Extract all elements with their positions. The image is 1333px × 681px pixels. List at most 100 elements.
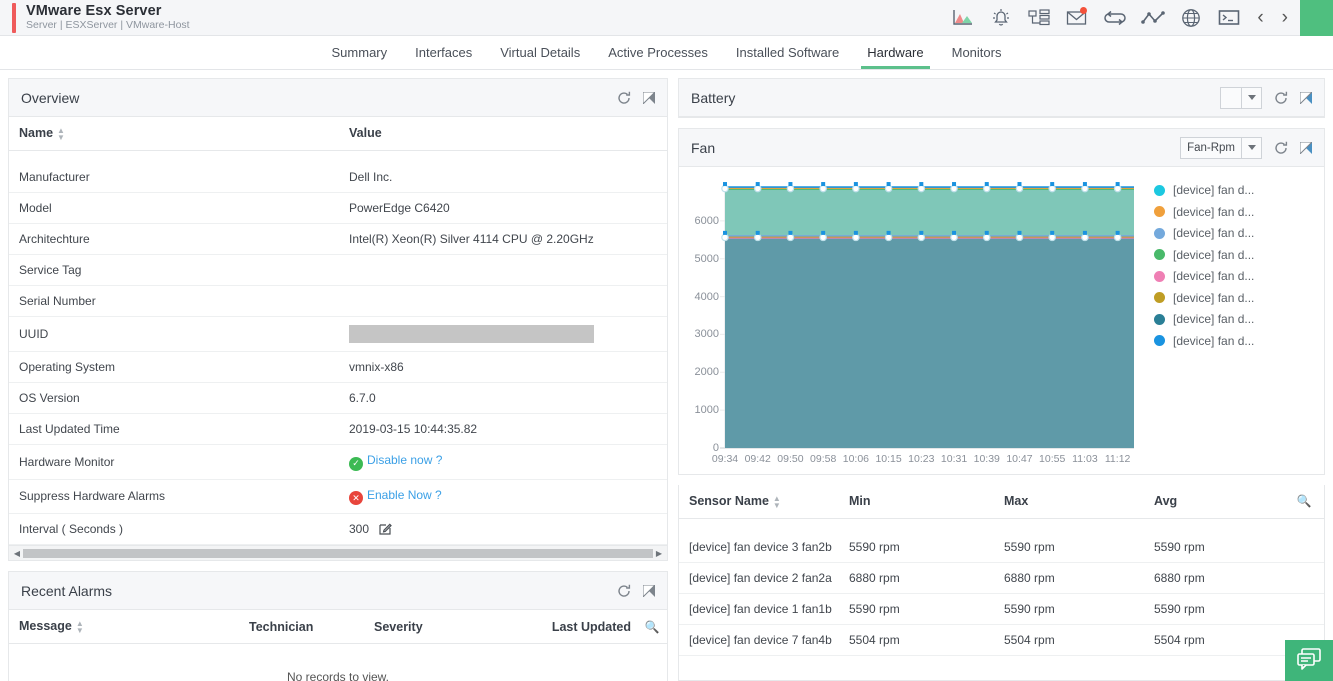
- refresh-icon[interactable]: [617, 91, 631, 105]
- chart-marker: [952, 231, 956, 235]
- sensor-col-avg[interactable]: Avg: [1144, 485, 1284, 518]
- x-axis-tick-label: 10:39: [974, 448, 1000, 465]
- refresh-icon[interactable]: [617, 584, 631, 598]
- interval-value: 300: [349, 522, 369, 536]
- chart-marker: [788, 231, 792, 235]
- sensor-col-min[interactable]: Min: [839, 485, 994, 518]
- sensor-col-name[interactable]: Sensor Name▲▼: [679, 485, 839, 518]
- overview-hscrollbar[interactable]: ◀ ▶: [9, 545, 667, 560]
- tab-virtual-details[interactable]: Virtual Details: [486, 36, 594, 69]
- legend-item[interactable]: [device] fan d...: [1154, 312, 1254, 326]
- tab-installed-software[interactable]: Installed Software: [722, 36, 853, 69]
- x-axis-tick-label: 10:23: [908, 448, 934, 465]
- battery-metric-select[interactable]: [1220, 87, 1262, 109]
- legend-item[interactable]: [device] fan d...: [1154, 205, 1254, 219]
- expand-icon[interactable]: [643, 92, 655, 104]
- area-chart-icon[interactable]: [951, 7, 975, 29]
- scroll-right-arrow-icon[interactable]: ▶: [653, 549, 665, 558]
- scroll-thumb[interactable]: [23, 549, 653, 558]
- header-edge-accent: [1300, 0, 1333, 36]
- alarms-col-last-updated[interactable]: Last Updated: [539, 610, 637, 643]
- row-value: Intel(R) Xeon(R) Silver 4114 CPU @ 2.20G…: [339, 224, 667, 255]
- empty-state-row: No records to view.: [9, 643, 667, 681]
- tab-interfaces[interactable]: Interfaces: [401, 36, 486, 69]
- x-axis-tick-label: 10:31: [941, 448, 967, 465]
- y-axis-tick-label: 2000: [695, 366, 725, 378]
- expand-icon[interactable]: [1300, 92, 1312, 104]
- expand-icon[interactable]: [643, 585, 655, 597]
- edit-icon[interactable]: [379, 522, 392, 536]
- chart-marker: [887, 182, 891, 186]
- sensor-min: 6880 rpm: [839, 563, 994, 594]
- legend-item[interactable]: [device] fan d...: [1154, 183, 1254, 197]
- alarms-col-technician[interactable]: Technician: [239, 610, 364, 643]
- line-chart-icon[interactable]: [1141, 7, 1165, 29]
- table-row: ModelPowerEdge C6420: [9, 193, 667, 224]
- table-row: ManufacturerDell Inc.: [9, 162, 667, 193]
- sensor-col-avg-label: Avg: [1154, 494, 1177, 508]
- workflow-icon[interactable]: [1027, 7, 1051, 29]
- chart-marker: [1114, 185, 1120, 191]
- mail-icon[interactable]: [1065, 7, 1089, 29]
- right-column: Battery Fan: [678, 78, 1325, 681]
- page-body: Overview Name▲▼ Value: [0, 70, 1333, 681]
- legend-item[interactable]: [device] fan d...: [1154, 248, 1254, 262]
- disable-now-link[interactable]: Disable now ?: [367, 453, 442, 467]
- alarms-col-severity[interactable]: Severity: [364, 610, 539, 643]
- refresh-icon[interactable]: [1274, 141, 1288, 155]
- tab-hardware[interactable]: Hardware: [853, 36, 937, 69]
- sensor-avg: 5504 rpm: [1144, 625, 1284, 656]
- terminal-icon[interactable]: [1217, 7, 1241, 29]
- chart-marker: [854, 182, 858, 186]
- chat-widget-button[interactable]: [1285, 640, 1333, 681]
- globe-icon[interactable]: [1179, 7, 1203, 29]
- table-row: [device] fan device 1 fan1b 5590 rpm 559…: [679, 594, 1324, 625]
- sensor-name: [device] fan device 7 fan4b: [679, 625, 839, 656]
- enable-now-link[interactable]: Enable Now ?: [367, 488, 442, 502]
- expand-icon[interactable]: [1300, 142, 1312, 154]
- sensor-name: [device] fan device 3 fan2b: [679, 532, 839, 563]
- sensor-search-button[interactable]: 🔍: [1284, 485, 1324, 518]
- search-icon: 🔍: [645, 620, 660, 634]
- recent-alarms-card: Recent Alarms Message▲▼ Technician Sever…: [8, 571, 668, 681]
- fan-area-chart[interactable]: 010002000300040005000600009:3409:4209:50…: [685, 175, 1140, 470]
- legend-item[interactable]: [device] fan d...: [1154, 291, 1254, 305]
- loop-icon[interactable]: [1103, 7, 1127, 29]
- sensor-avg: 6880 rpm: [1144, 563, 1284, 594]
- legend-item[interactable]: [device] fan d...: [1154, 269, 1254, 283]
- next-button[interactable]: ›: [1280, 7, 1290, 29]
- alarms-search-button[interactable]: 🔍: [637, 610, 667, 643]
- row-label: Hardware Monitor: [9, 445, 339, 480]
- legend-label: [device] fan d...: [1173, 226, 1254, 240]
- scroll-left-arrow-icon[interactable]: ◀: [11, 549, 23, 558]
- left-column: Overview Name▲▼ Value: [8, 78, 668, 681]
- overview-card: Overview Name▲▼ Value: [8, 78, 668, 561]
- row-value-link: ✕Enable Now ?: [339, 479, 667, 514]
- legend-item[interactable]: [device] fan d...: [1154, 334, 1254, 348]
- overview-col-value-label: Value: [349, 126, 382, 140]
- sensor-col-max[interactable]: Max: [994, 485, 1144, 518]
- legend-label: [device] fan d...: [1173, 248, 1254, 262]
- tab-summary[interactable]: Summary: [318, 36, 402, 69]
- fan-metric-select[interactable]: Fan-Rpm: [1180, 137, 1262, 159]
- refresh-icon[interactable]: [1274, 91, 1288, 105]
- tab-monitors[interactable]: Monitors: [938, 36, 1016, 69]
- sensor-name: [device] fan device 2 fan2a: [679, 563, 839, 594]
- chart-marker: [918, 234, 924, 240]
- x-axis-tick-label: 09:50: [777, 448, 803, 465]
- row-value: [339, 255, 667, 286]
- chart-marker: [1017, 182, 1021, 186]
- prev-button[interactable]: ‹: [1255, 7, 1265, 29]
- overview-col-value[interactable]: Value: [339, 117, 667, 150]
- alert-bell-icon[interactable]: [989, 7, 1013, 29]
- legend-item[interactable]: [device] fan d...: [1154, 226, 1254, 240]
- chart-marker: [985, 231, 989, 235]
- chart-marker: [821, 231, 825, 235]
- tab-active-processes[interactable]: Active Processes: [594, 36, 722, 69]
- row-label: Manufacturer: [9, 162, 339, 193]
- row-label: OS Version: [9, 383, 339, 414]
- x-axis-tick-label: 10:15: [875, 448, 901, 465]
- battery-card-header: Battery: [679, 79, 1324, 117]
- alarms-col-message[interactable]: Message▲▼: [9, 610, 239, 643]
- overview-col-name[interactable]: Name▲▼: [9, 117, 339, 150]
